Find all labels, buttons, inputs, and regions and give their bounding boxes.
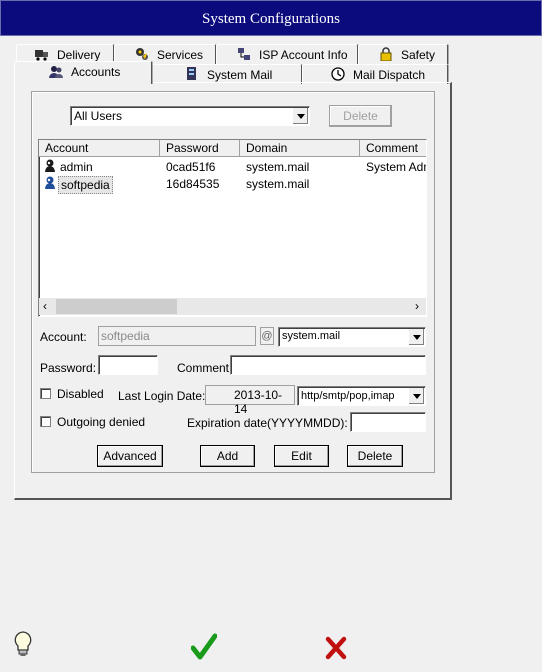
edit-button[interactable]: Edit [274,445,329,467]
network-icon [238,48,250,60]
server-mail-icon [187,67,196,80]
tab-label: Safety [401,48,436,62]
cell-comment: System Admi [366,160,426,174]
account-label: Account: [40,330,87,344]
comment-input[interactable] [230,355,426,375]
expiration-label: Expiration date(YYYYMMDD): [187,416,348,430]
disabled-label: Disabled [57,387,104,401]
title-bar: System Configurations [0,0,542,36]
gears-icon [136,48,148,60]
tab-label: Accounts [71,65,121,79]
truck-icon [35,50,48,61]
scroll-left-icon[interactable]: ‹ [43,299,47,313]
clock-icon [331,67,345,81]
cell-account: admin [60,160,93,174]
checkmark-icon[interactable] [191,633,217,661]
tab-mail-dispatch[interactable]: Mail Dispatch [302,64,448,84]
password-label: Password: [40,361,97,375]
chevron-down-icon[interactable] [408,388,424,404]
scrollbar-thumb[interactable] [56,299,177,314]
user-icon [45,176,55,189]
admin-user-icon [45,159,55,172]
horizontal-scrollbar[interactable]: ‹ › [39,298,426,315]
column-header-domain[interactable]: Domain [240,140,360,157]
account-input[interactable]: softpedia [98,326,256,346]
tab-label: Mail Dispatch [353,68,426,82]
delete-user-group-button[interactable]: Delete [329,105,392,127]
disabled-checkbox[interactable] [40,388,51,399]
cell-password: 0cad51f6 [166,160,216,174]
outgoing-denied-checkbox[interactable] [40,416,51,427]
delete-button[interactable]: Delete [347,445,403,467]
at-sign-icon: @ [260,327,274,345]
protocols-dropdown[interactable]: http/smtp/pop,imap [297,386,426,406]
advanced-button[interactable]: Advanced [97,445,163,467]
chevron-down-icon[interactable] [408,329,424,345]
column-header-password[interactable]: Password [160,140,240,157]
padlock-icon [380,47,392,61]
tab-system-mail[interactable]: System Mail [152,64,302,84]
tab-accounts[interactable]: Accounts [14,61,152,84]
domain-dropdown[interactable]: system.mail [278,327,426,347]
last-login-label: Last Login Date: [118,389,206,403]
tab-safety[interactable]: Safety [358,44,448,64]
tab-isp-account-info[interactable]: ISP Account Info [216,44,358,64]
cell-password: 16d84535 [166,177,220,191]
expiration-input[interactable] [350,412,426,432]
user-filter-value: All Users [74,109,123,123]
window-title: System Configurations [202,11,340,27]
cell-domain: system.mail [246,177,310,191]
last-login-value: 2013-10-14 [205,385,295,416]
accounts-list[interactable]: Account Password Domain Comment admin 0c… [38,139,427,317]
cell-account: softpedia [58,176,113,194]
lightbulb-icon[interactable] [12,630,34,658]
scroll-right-icon[interactable]: › [415,299,419,313]
chevron-down-icon[interactable] [292,108,308,124]
tab-label: Services [157,48,204,62]
users-icon [49,66,63,78]
cell-domain: system.mail [246,160,310,174]
column-header-account[interactable]: Account [39,140,160,157]
column-header-comment[interactable]: Comment [360,140,426,157]
outgoing-denied-label: Outgoing denied [57,415,146,429]
comment-label: Comment: [177,361,233,375]
tab-label: ISP Account Info [259,48,348,62]
add-button[interactable]: Add [200,445,255,467]
table-row[interactable]: softpedia 16d84535 system.mail [39,175,426,194]
tab-label: Delivery [57,48,101,62]
table-row[interactable]: admin 0cad51f6 system.mail System Admi [39,158,426,175]
user-filter-dropdown[interactable]: All Users [70,106,310,126]
tab-label: System Mail [207,68,273,82]
password-input[interactable] [98,355,158,375]
red-x-icon[interactable] [324,636,348,660]
